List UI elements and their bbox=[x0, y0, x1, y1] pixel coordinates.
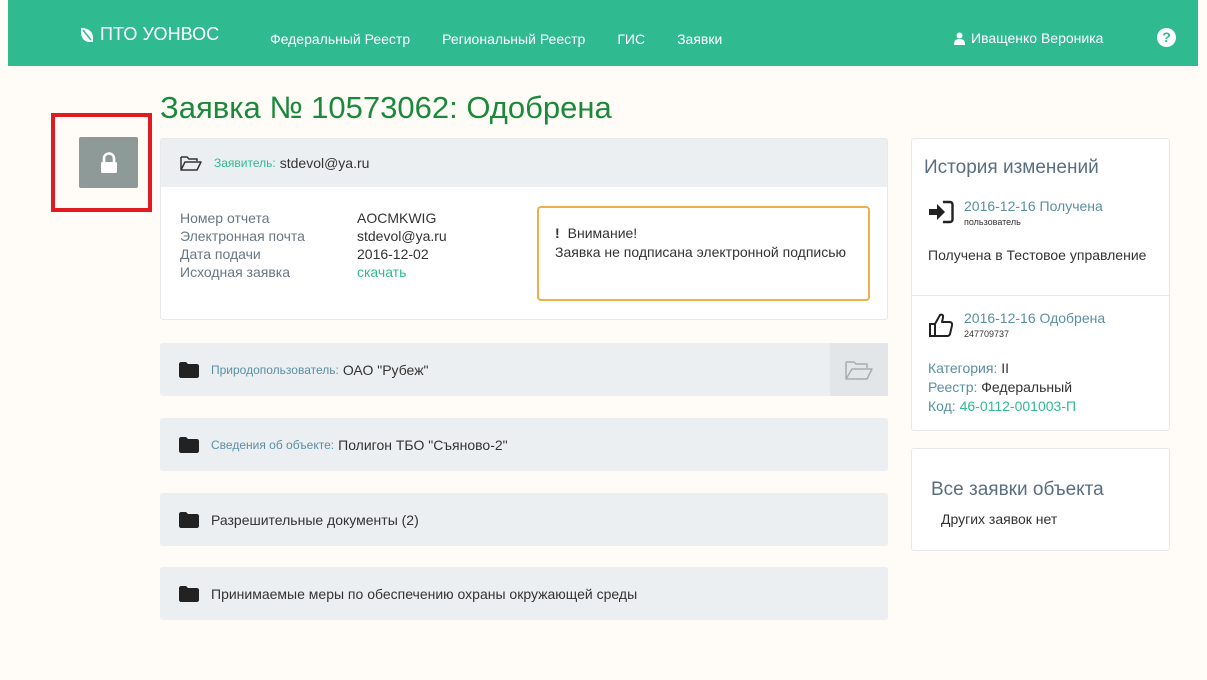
info-row: Исходная заявка скачать bbox=[180, 263, 447, 281]
info-key: Номер отчета bbox=[180, 210, 270, 226]
section-nature-user[interactable]: Природопользователь: ОАО "Рубеж" bbox=[160, 343, 888, 396]
lock-button[interactable] bbox=[79, 137, 138, 188]
history-divider bbox=[912, 295, 1169, 296]
info-row: Электронная почта stdevol@ya.ru bbox=[180, 227, 447, 245]
lock-icon bbox=[100, 151, 117, 173]
nav-links: Федеральный Реестр Региональный Реестр Г… bbox=[270, 31, 722, 47]
nav-requests[interactable]: Заявки bbox=[677, 31, 722, 47]
nav-federal-registry[interactable]: Федеральный Реестр bbox=[270, 31, 410, 47]
info-row: Дата подачи 2016-12-02 bbox=[180, 245, 447, 263]
history-item: 2016-12-16 Получена пользователь bbox=[928, 197, 1103, 227]
history-author: пользователь bbox=[964, 217, 1021, 227]
history-text: Получена в Тестовое управление bbox=[928, 247, 1147, 263]
code-value[interactable]: 46-0112-001003-П bbox=[960, 398, 1076, 414]
navbar: ПТО УОНВОС Федеральный Реестр Региональн… bbox=[8, 0, 1198, 66]
section-object-info[interactable]: Сведения об объекте: Полигон ТБО "Съянов… bbox=[160, 418, 888, 471]
category-value: II bbox=[1001, 360, 1010, 376]
warning-title: Внимание! bbox=[567, 225, 638, 241]
info-value: stdevol@ya.ru bbox=[357, 228, 447, 244]
section-value: Разрешительные документы (2) bbox=[211, 511, 419, 528]
user-icon bbox=[954, 32, 965, 45]
folder-icon bbox=[179, 511, 199, 528]
code-key: Код: bbox=[928, 398, 956, 414]
user-menu[interactable]: Иващенко Вероника bbox=[954, 30, 1103, 46]
applicant-label: Заявитель: bbox=[214, 156, 276, 170]
open-folder-button[interactable] bbox=[830, 343, 888, 396]
object-requests-title: Все заявки объекта bbox=[931, 479, 1104, 500]
history-details: Категория: II Реестр: Федеральный Код: 4… bbox=[928, 359, 1076, 416]
info-value: AOCMKWIG bbox=[357, 210, 437, 226]
page-title: Заявка № 10573062: Одобрена bbox=[160, 90, 612, 125]
history-title: История изменений bbox=[924, 157, 1099, 178]
download-link[interactable]: скачать bbox=[357, 263, 406, 281]
section-value: Принимаемые меры по обеспечению охраны о… bbox=[211, 585, 638, 602]
applicant-panel-header[interactable]: Заявитель: stdevol@ya.ru bbox=[161, 139, 887, 187]
registry-key: Реестр: bbox=[928, 379, 978, 395]
info-key: Электронная почта bbox=[180, 228, 305, 244]
nav-regional-registry[interactable]: Региональный Реестр bbox=[442, 31, 585, 47]
section-label: Сведения об объекте: bbox=[211, 437, 335, 452]
folder-icon bbox=[179, 585, 199, 602]
help-icon[interactable]: ? bbox=[1157, 28, 1176, 47]
object-requests-panel: Все заявки объекта Других заявок нет bbox=[911, 448, 1170, 551]
folder-icon bbox=[179, 436, 199, 453]
info-key: Дата подачи bbox=[180, 246, 261, 262]
exclamation-icon: ! bbox=[555, 225, 560, 241]
applicant-info: Номер отчета AOCMKWIG Электронная почта … bbox=[180, 209, 447, 281]
warning-text: Заявка не подписана электронной подписью bbox=[555, 244, 847, 260]
section-value: Полигон ТБО "Съяново-2" bbox=[338, 436, 508, 453]
info-row: Номер отчета AOCMKWIG bbox=[180, 209, 447, 227]
section-permits[interactable]: Разрешительные документы (2) bbox=[160, 493, 888, 546]
applicant-value: stdevol@ya.ru bbox=[279, 155, 370, 171]
object-requests-text: Других заявок нет bbox=[941, 511, 1058, 527]
folder-open-icon bbox=[180, 156, 202, 171]
info-key: Исходная заявка bbox=[180, 264, 290, 280]
section-label: Природопользователь: bbox=[211, 362, 339, 377]
history-item: 2016-12-16 Одобрена 247709737 bbox=[928, 309, 1105, 339]
info-value: 2016-12-02 bbox=[357, 246, 429, 262]
nav-gis[interactable]: ГИС bbox=[617, 31, 645, 47]
history-panel: История изменений 2016-12-16 Получена по… bbox=[911, 138, 1170, 431]
section-environment-measures[interactable]: Принимаемые меры по обеспечению охраны о… bbox=[160, 567, 888, 620]
brand-label: ПТО УОНВОС bbox=[100, 24, 220, 44]
user-name: Иващенко Вероника bbox=[971, 30, 1104, 46]
history-date-status: 2016-12-16 Получена bbox=[964, 198, 1103, 214]
unsigned-warning: ! Внимание! Заявка не подписана электронн… bbox=[537, 206, 870, 301]
category-key: Категория: bbox=[928, 360, 998, 376]
history-date-status: 2016-12-16 Одобрена bbox=[964, 310, 1106, 326]
history-author: 247709737 bbox=[964, 329, 1010, 339]
folder-open-icon bbox=[845, 360, 873, 380]
section-value: ОАО "Рубеж" bbox=[342, 361, 429, 378]
leaf-icon bbox=[81, 27, 93, 42]
brand-link[interactable]: ПТО УОНВОС bbox=[80, 24, 219, 45]
applicant-panel: Заявитель: stdevol@ya.ru Номер отчета AO… bbox=[160, 138, 888, 320]
thumbs-up-icon bbox=[929, 313, 954, 337]
folder-icon bbox=[179, 361, 199, 378]
sign-in-icon bbox=[929, 200, 954, 224]
registry-value: Федеральный bbox=[981, 379, 1073, 395]
